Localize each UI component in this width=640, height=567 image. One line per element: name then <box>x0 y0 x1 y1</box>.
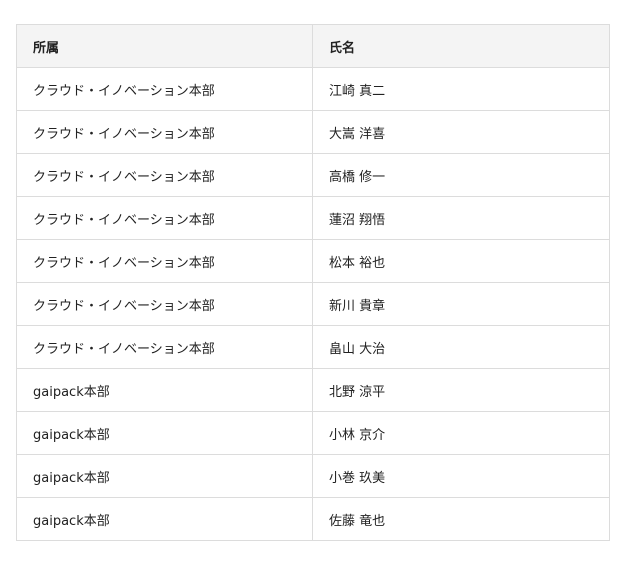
department-cell: gaipack本部 <box>16 368 313 412</box>
department-cell: クラウド・イノベーション本部 <box>16 196 313 240</box>
name-cell: 小巻 玖美 <box>312 454 610 498</box>
table-row: gaipack本部 北野 涼平 <box>16 368 610 412</box>
department-cell: クラウド・イノベーション本部 <box>16 153 313 197</box>
table-row: クラウド・イノベーション本部 松本 裕也 <box>16 239 610 283</box>
name-cell: 小林 京介 <box>312 411 610 455</box>
table-header-row: 所属 氏名 <box>16 24 610 68</box>
table-row: クラウド・イノベーション本部 大嵩 洋喜 <box>16 110 610 154</box>
table-body: クラウド・イノベーション本部 江崎 真二 クラウド・イノベーション本部 大嵩 洋… <box>16 67 610 541</box>
name-cell: 江崎 真二 <box>312 67 610 111</box>
name-cell: 佐藤 竜也 <box>312 497 610 541</box>
name-cell: 新川 貴章 <box>312 282 610 326</box>
table-row: クラウド・イノベーション本部 新川 貴章 <box>16 282 610 326</box>
name-cell: 大嵩 洋喜 <box>312 110 610 154</box>
column-header-department: 所属 <box>16 24 313 68</box>
table-row: クラウド・イノベーション本部 江崎 真二 <box>16 67 610 111</box>
department-cell: gaipack本部 <box>16 497 313 541</box>
department-cell: クラウド・イノベーション本部 <box>16 239 313 283</box>
department-cell: クラウド・イノベーション本部 <box>16 110 313 154</box>
table-row: クラウド・イノベーション本部 高橋 修一 <box>16 153 610 197</box>
table-row: gaipack本部 佐藤 竜也 <box>16 497 610 541</box>
column-header-name: 氏名 <box>312 24 610 68</box>
department-cell: gaipack本部 <box>16 411 313 455</box>
table-header: 所属 氏名 <box>16 24 610 68</box>
table-row: クラウド・イノベーション本部 畠山 大治 <box>16 325 610 369</box>
department-cell: クラウド・イノベーション本部 <box>16 325 313 369</box>
name-cell: 北野 涼平 <box>312 368 610 412</box>
name-cell: 松本 裕也 <box>312 239 610 283</box>
department-cell: gaipack本部 <box>16 454 313 498</box>
name-cell: 高橋 修一 <box>312 153 610 197</box>
table-row: gaipack本部 小林 京介 <box>16 411 610 455</box>
member-table: 所属 氏名 クラウド・イノベーション本部 江崎 真二 クラウド・イノベーション本… <box>16 24 610 541</box>
table-row: クラウド・イノベーション本部 蓮沼 翔悟 <box>16 196 610 240</box>
member-table-container: 所属 氏名 クラウド・イノベーション本部 江崎 真二 クラウド・イノベーション本… <box>16 24 610 541</box>
name-cell: 畠山 大治 <box>312 325 610 369</box>
department-cell: クラウド・イノベーション本部 <box>16 67 313 111</box>
table-row: gaipack本部 小巻 玖美 <box>16 454 610 498</box>
department-cell: クラウド・イノベーション本部 <box>16 282 313 326</box>
name-cell: 蓮沼 翔悟 <box>312 196 610 240</box>
